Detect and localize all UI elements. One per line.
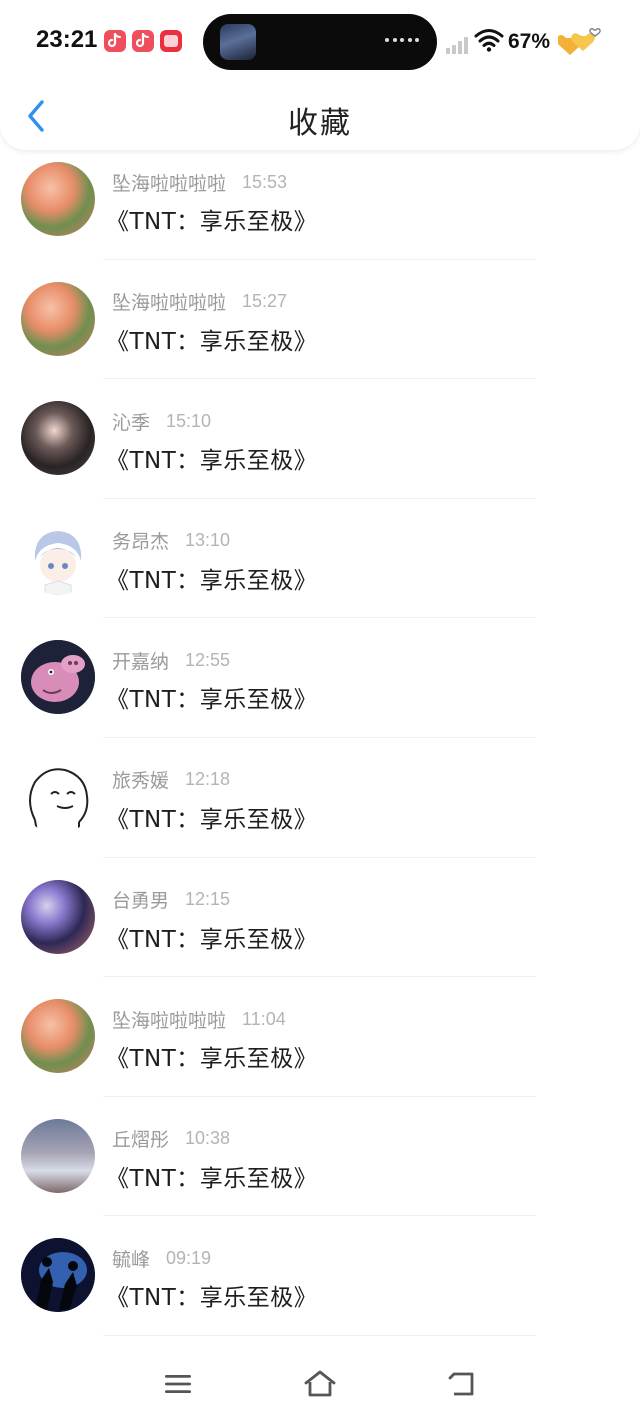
sender-name: 坠海啦啦啦啦 xyxy=(112,172,227,195)
status-time: 23:21 xyxy=(36,26,98,53)
sender-name: 毓峰 xyxy=(112,1248,151,1271)
list-item[interactable]: 务昂杰 13:10 《TNT：享乐至极》 xyxy=(0,499,640,619)
avatar[interactable] xyxy=(21,281,95,356)
douyin-icon xyxy=(104,30,126,52)
status-bar: 23:21 67% xyxy=(0,0,640,84)
meme-face-avatar-icon xyxy=(29,768,89,833)
avatar[interactable] xyxy=(21,640,95,715)
message-time: 11:04 xyxy=(242,1008,286,1029)
sender-name: 台勇男 xyxy=(112,890,170,913)
message-text: 《TNT：享乐至极》 xyxy=(106,926,318,953)
avatar[interactable] xyxy=(21,879,95,954)
message-time: 15:10 xyxy=(166,410,212,431)
message-time: 12:15 xyxy=(185,889,231,910)
message-text: 《TNT：享乐至极》 xyxy=(106,687,318,714)
list-item[interactable]: 坠海啦啦啦啦 15:53 《TNT：享乐至极》 xyxy=(0,140,640,260)
signal-icon xyxy=(446,37,468,54)
wifi-icon xyxy=(474,29,504,52)
message-time: 15:53 xyxy=(242,171,288,192)
message-time: 10:38 xyxy=(185,1128,231,1149)
list-item[interactable]: 沁季 15:10 《TNT：享乐至极》 xyxy=(0,379,640,499)
sender-name: 沁季 xyxy=(112,411,151,434)
avatar[interactable] xyxy=(21,759,95,834)
list-item[interactable]: 坠海啦啦啦啦 11:04 《TNT：享乐至极》 xyxy=(0,977,640,1097)
app-icon xyxy=(160,30,182,52)
nav-bar: 收藏 xyxy=(0,84,640,150)
list-item[interactable]: 旅秀媛 12:18 《TNT：享乐至极》 xyxy=(0,738,640,858)
avatar[interactable] xyxy=(21,162,95,236)
avatar[interactable] xyxy=(21,1118,95,1193)
favorites-list: 坠海啦啦啦啦 15:53 《TNT：享乐至极》 坠海啦啦啦啦 15:27 《TNT：… xyxy=(0,140,640,1336)
divider xyxy=(103,1334,536,1336)
pig-avatar-icon xyxy=(21,640,95,715)
list-item[interactable]: 坠海啦啦啦啦 15:27 《TNT：享乐至极》 xyxy=(0,260,640,380)
back-icon xyxy=(448,1372,474,1396)
list-item[interactable]: 台勇男 12:15 《TNT：享乐至极》 xyxy=(0,858,640,978)
avatar[interactable] xyxy=(21,401,95,476)
message-text: 《TNT：享乐至极》 xyxy=(106,209,318,235)
home-icon xyxy=(304,1370,336,1397)
favorites-screen: 23:21 67% 收藏 坠海啦啦啦啦 15:53 《TNT：享乐至极》 坠海啦… xyxy=(0,0,640,1422)
douyin-icon xyxy=(132,30,154,52)
avatar[interactable] xyxy=(21,1238,95,1313)
message-text: 《TNT：享乐至极》 xyxy=(106,328,318,355)
runners-avatar-icon xyxy=(21,1238,95,1313)
more-dots-icon xyxy=(385,36,419,44)
sender-name: 开嘉纳 xyxy=(112,650,170,673)
hearts-icon xyxy=(558,28,601,55)
list-item[interactable]: 丘熠彤 10:38 《TNT：享乐至极》 xyxy=(0,1097,640,1217)
anime-avatar-icon xyxy=(34,530,82,595)
sender-name: 务昂杰 xyxy=(112,531,170,554)
message-text: 《TNT：享乐至极》 xyxy=(106,806,318,833)
page-title: 收藏 xyxy=(288,106,352,141)
list-item[interactable]: 毓峰 09:19 《TNT：享乐至极》 xyxy=(0,1216,640,1336)
message-time: 12:55 xyxy=(185,649,231,670)
back-nav-button[interactable] xyxy=(440,1362,484,1406)
avatar[interactable] xyxy=(21,999,95,1074)
list-item[interactable]: 开嘉纳 12:55 《TNT：享乐至极》 xyxy=(0,618,640,738)
message-time: 12:18 xyxy=(185,769,231,790)
message-time: 15:27 xyxy=(242,291,288,312)
sender-name: 旅秀媛 xyxy=(112,770,170,793)
message-text: 《TNT：享乐至极》 xyxy=(106,567,318,594)
message-time: 09:19 xyxy=(166,1247,212,1268)
header: 23:21 67% 收藏 xyxy=(0,0,640,150)
system-nav-bar xyxy=(0,1340,640,1422)
avatar[interactable] xyxy=(21,520,95,595)
message-text: 《TNT：享乐至极》 xyxy=(106,1165,318,1192)
sender-name: 坠海啦啦啦啦 xyxy=(112,1009,227,1032)
menu-button[interactable] xyxy=(156,1362,200,1406)
battery-percent: 67% xyxy=(508,30,551,53)
now-playing-thumbnail xyxy=(220,24,256,60)
menu-icon xyxy=(165,1375,191,1393)
sender-name: 丘熠彤 xyxy=(112,1129,170,1152)
message-text: 《TNT：享乐至极》 xyxy=(106,1046,318,1073)
message-text: 《TNT：享乐至极》 xyxy=(106,1285,318,1312)
message-time: 13:10 xyxy=(185,530,231,551)
sender-name: 坠海啦啦啦啦 xyxy=(112,292,227,315)
message-text: 《TNT：享乐至极》 xyxy=(106,448,318,475)
home-button[interactable] xyxy=(298,1362,342,1406)
dynamic-island[interactable] xyxy=(203,14,437,70)
